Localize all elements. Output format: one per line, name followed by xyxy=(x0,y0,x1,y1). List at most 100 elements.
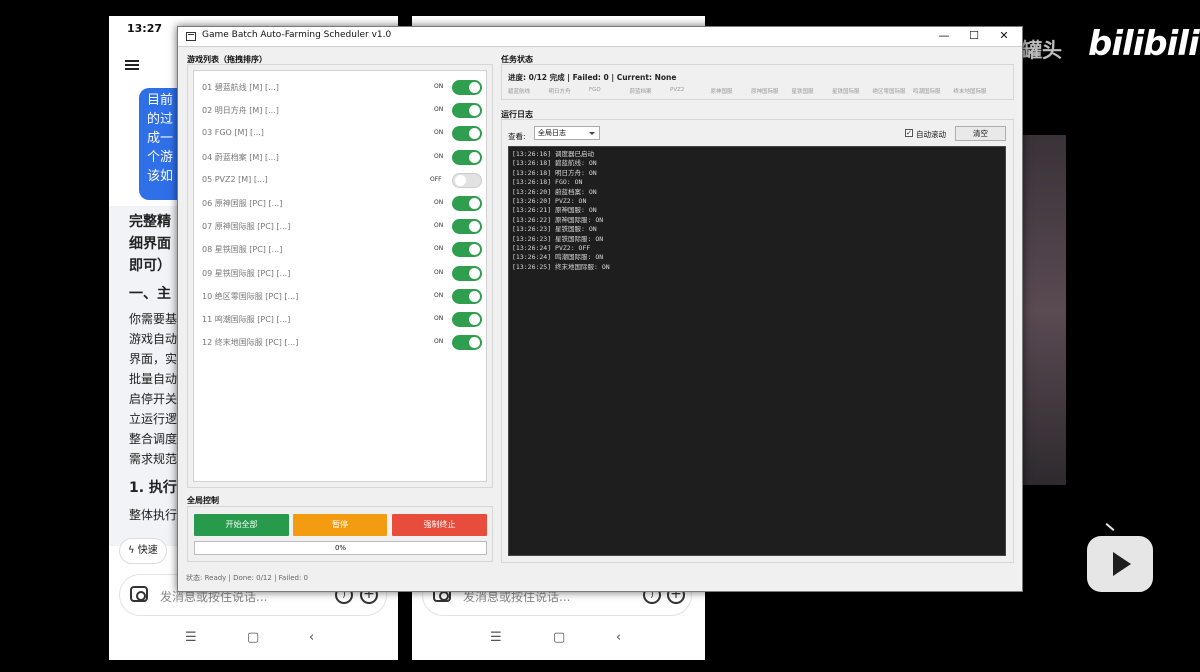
game-list-item[interactable]: 12 终末地国际服 [PC] [...] ON xyxy=(194,332,486,355)
task-chip: 鸣潮国际服 xyxy=(913,89,941,95)
game-name: 12 终末地国际服 [PC] [...] xyxy=(202,338,299,348)
game-name: 08 星铁国服 [PC] [...] xyxy=(202,245,283,255)
lightning-icon: ϟ xyxy=(128,545,138,556)
title-bar[interactable]: Game Batch Auto-Farming Scheduler v1.0 —… xyxy=(178,27,1022,47)
game-enable-toggle[interactable] xyxy=(452,103,482,119)
maximize-button[interactable]: ☐ xyxy=(958,27,990,47)
recents-icon[interactable]: ☰ xyxy=(185,630,197,645)
game-enable-toggle[interactable] xyxy=(452,288,482,304)
task-progress-text: 进度: 0/12 完成 | Failed: 0 | Current: None xyxy=(508,73,677,82)
log-line: [13:26:21] 原神国服: ON xyxy=(512,206,597,215)
game-state-label: ON xyxy=(434,245,444,253)
game-state-label: ON xyxy=(434,222,444,230)
toggle-knob xyxy=(469,82,480,93)
task-chip: FGO xyxy=(589,87,601,93)
autoscroll-checkbox[interactable]: ✓ xyxy=(905,129,913,137)
game-state-label: ON xyxy=(434,199,444,206)
screen-recording-frame: 13:27 目前 的过 成一 个游 该如 完整精 细界面 即可） 一、主 你需要基 游戏自动 界面，… xyxy=(0,0,1200,672)
game-enable-toggle[interactable] xyxy=(452,335,482,351)
task-chip: 原神国际服 xyxy=(751,89,779,95)
game-name: 03 FGO [M] [...] xyxy=(202,128,264,138)
game-enable-toggle[interactable] xyxy=(452,265,482,281)
toggle-knob xyxy=(455,174,466,186)
log-line: [13:26:18] 碧蓝航线: ON xyxy=(512,159,597,168)
hamburger-menu-icon[interactable] xyxy=(125,60,139,70)
task-chip: 原神国服 xyxy=(710,89,733,95)
game-list-item[interactable]: 01 碧蓝航线 [M] [...] ON xyxy=(194,77,486,100)
game-list-item[interactable]: 03 FGO [M] [...] ON xyxy=(194,123,486,146)
game-name: 05 PVZ2 [M] [...] xyxy=(202,174,268,184)
game-list-item[interactable]: 09 星铁国际服 [PC] [...] ON xyxy=(194,263,486,286)
toggle-knob xyxy=(469,221,480,233)
game-enable-toggle[interactable] xyxy=(452,80,482,95)
log-line: [13:26:18] FGO: ON xyxy=(512,178,583,187)
toggle-knob xyxy=(469,267,480,279)
game-state-label: ON xyxy=(434,83,444,90)
game-enable-toggle[interactable] xyxy=(452,196,482,211)
game-list-item[interactable]: 06 原神国服 [PC] [...] ON xyxy=(194,193,486,216)
game-enable-toggle[interactable] xyxy=(452,172,482,188)
back-icon[interactable]: ‹ xyxy=(616,630,621,645)
game-name: 10 绝区零国际服 [PC] [...] xyxy=(202,291,299,301)
game-state-label: ON xyxy=(434,268,444,276)
task-chip: 终末地国际服 xyxy=(953,89,987,95)
android-navbar: ☰ ▢ ‹ xyxy=(109,630,398,650)
home-icon[interactable]: ▢ xyxy=(247,630,259,645)
close-button[interactable]: ✕ xyxy=(988,27,1020,47)
clear-log-button[interactable]: 清空 xyxy=(955,126,1006,141)
home-icon[interactable]: ▢ xyxy=(553,630,565,645)
task-chip: 碧蓝航线 xyxy=(508,89,531,95)
task-chip: 蔚蓝档案 xyxy=(629,89,652,95)
toggle-knob xyxy=(469,314,480,325)
back-icon[interactable]: ‹ xyxy=(309,630,314,645)
game-list-item[interactable]: 07 原神国际服 [PC] [...] ON xyxy=(194,216,486,239)
game-enable-toggle[interactable] xyxy=(452,242,482,258)
recents-icon[interactable]: ☰ xyxy=(490,630,502,645)
quick-label: 快速 xyxy=(137,545,158,556)
autoscroll-label: 自动滚动 xyxy=(916,130,946,139)
log-line: [13:26:25] 终末地国际服: ON xyxy=(512,262,610,271)
log-line: [13:26:23] 星铁国服: ON xyxy=(512,225,597,234)
pause-button[interactable]: 暂停 xyxy=(293,514,387,536)
bilibili-tv-icon xyxy=(1087,536,1153,592)
log-console[interactable]: [13:26:16] 调度器已启动 [13:26:18] 碧蓝航线: ON [13:… xyxy=(508,146,1006,556)
game-list-item[interactable]: 05 PVZ2 [M] [...] OFF xyxy=(194,170,486,193)
task-status-panel: 进度: 0/12 完成 | Failed: 0 | Current: None … xyxy=(501,64,1014,100)
game-enable-toggle[interactable] xyxy=(452,219,482,235)
background-photo xyxy=(1022,135,1066,485)
start-all-button[interactable]: 开始全部 xyxy=(194,514,289,536)
game-list-item[interactable]: 02 明日方舟 [M] [...] ON xyxy=(194,100,486,123)
toggle-knob xyxy=(469,244,480,256)
game-list-item[interactable]: 04 蔚蓝档案 [M] [...] ON xyxy=(194,147,486,170)
game-list-item[interactable]: 10 绝区零国际服 [PC] [...] ON xyxy=(194,286,486,309)
log-line: [13:26:23] 星铁国际服: ON xyxy=(512,234,604,243)
overall-progress-bar: 0% xyxy=(194,541,487,555)
log-view-select[interactable]: 全局日志 xyxy=(534,126,600,140)
global-control-title: 全局控制 xyxy=(187,496,219,505)
toggle-knob xyxy=(469,128,480,140)
game-enable-toggle[interactable] xyxy=(452,312,482,327)
game-enable-toggle[interactable] xyxy=(452,149,482,165)
task-chip: 绝区零国际服 xyxy=(872,89,906,95)
game-state-label: ON xyxy=(434,106,444,114)
toggle-knob xyxy=(469,337,480,349)
camera-icon[interactable] xyxy=(130,586,148,602)
game-list-item[interactable]: 11 鸣潮国际服 [PC] [...] ON xyxy=(194,309,486,332)
task-chip: PVZ2 xyxy=(670,87,685,93)
game-state-label: ON xyxy=(434,338,444,346)
game-state-label: ON xyxy=(434,152,444,160)
task-chips: 碧蓝航线 明日方舟 FGO 蔚蓝档案 PVZ2 原神国服 原神国际服 星铁国服 星铁国际服 绝区零… xyxy=(508,87,1008,97)
chevron-down-icon xyxy=(589,132,595,135)
force-stop-button[interactable]: 强制终止 xyxy=(392,514,487,536)
status-bar: 状态: Ready | Done: 0/12 | Failed: 0 xyxy=(186,574,309,582)
game-list-item[interactable]: 08 星铁国服 [PC] [...] ON xyxy=(194,239,486,262)
game-state-label: ON xyxy=(434,315,444,322)
game-list[interactable]: 01 碧蓝航线 [M] [...] ON 02 明日方舟 [M] [...] ON 03… xyxy=(193,70,487,482)
log-line: [13:26:18] 明日方舟: ON xyxy=(512,168,597,177)
minimize-button[interactable]: — xyxy=(928,27,960,47)
app-icon xyxy=(186,32,196,41)
toggle-knob xyxy=(469,290,480,302)
game-enable-toggle[interactable] xyxy=(452,126,482,142)
quick-button[interactable]: ϟ 快速 xyxy=(119,538,167,564)
log-line: [13:26:20] 蔚蓝档案: ON xyxy=(512,187,597,196)
